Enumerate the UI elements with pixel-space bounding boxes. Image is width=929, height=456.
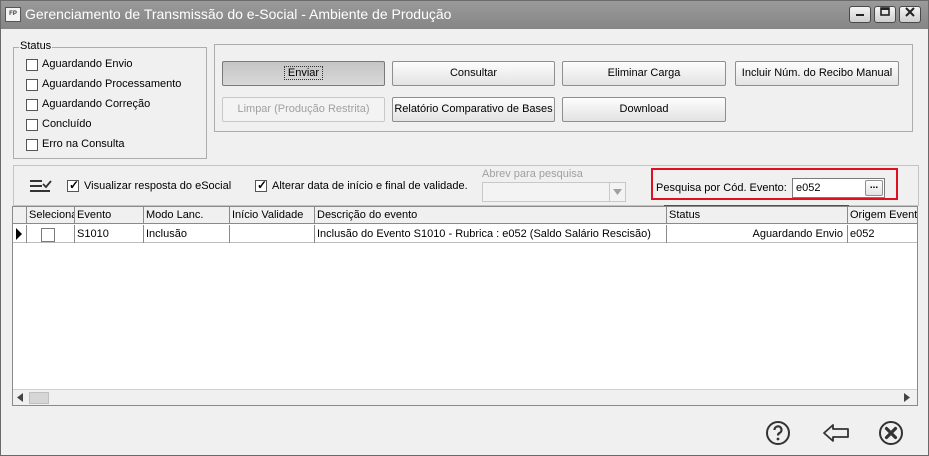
grid-header: Seleciona Evento Modo Lanc. Início Valid… xyxy=(13,207,917,224)
enviar-button[interactable]: Enviar xyxy=(222,61,385,86)
abrev-select[interactable] xyxy=(482,182,626,202)
col-status[interactable]: Status xyxy=(667,207,848,224)
scroll-left-icon[interactable] xyxy=(16,393,24,405)
help-icon xyxy=(765,421,791,449)
close-icon xyxy=(905,7,915,20)
status-concluido-checkbox[interactable] xyxy=(26,119,38,131)
status-aguardando-processamento-checkbox[interactable] xyxy=(26,79,38,91)
horizontal-scrollbar[interactable] xyxy=(13,389,917,405)
list-settings-icon[interactable] xyxy=(28,175,52,200)
incluir-recibo-button[interactable]: Incluir Núm. do Recibo Manual xyxy=(735,61,899,86)
col-seleciona[interactable]: Seleciona xyxy=(27,207,75,224)
close-button[interactable] xyxy=(899,6,921,23)
status-aguardando-correcao-checkbox[interactable] xyxy=(26,99,38,111)
status-erro-consulta-label: Erro na Consulta xyxy=(42,138,125,150)
eliminar-carga-button[interactable]: Eliminar Carga xyxy=(562,61,726,86)
maximize-button[interactable] xyxy=(874,6,896,23)
cell-descricao: Inclusão do Evento S1010 - Rubrica : e05… xyxy=(315,225,667,243)
abrev-label: Abrev para pesquisa xyxy=(482,168,583,180)
col-inicio-validade[interactable]: Início Validade xyxy=(230,207,315,224)
app-icon: FP xyxy=(5,7,21,22)
col-modo-lanc[interactable]: Modo Lanc. xyxy=(144,207,230,224)
status-group-label: Status xyxy=(19,40,53,52)
status-concluido-label: Concluído xyxy=(42,118,92,130)
relatorio-comparativo-button[interactable]: Relatório Comparativo de Bases xyxy=(392,97,555,122)
maximize-icon xyxy=(880,7,890,20)
col-evento[interactable]: Evento xyxy=(75,207,144,224)
cell-modo-lanc: Inclusão xyxy=(144,225,230,243)
scroll-right-icon[interactable] xyxy=(903,393,911,405)
minimize-icon xyxy=(855,9,865,20)
exit-icon xyxy=(878,421,904,449)
title-bar[interactable]: FP Gerenciamento de Transmissão do e-Soc… xyxy=(1,1,928,29)
row-indicator-header xyxy=(13,207,27,224)
cell-inicio-validade xyxy=(230,225,315,243)
col-descricao[interactable]: Descrição do evento xyxy=(315,207,667,224)
cell-evento: S1010 xyxy=(75,225,144,243)
alterar-data-label: Alterar data de início e final de valida… xyxy=(272,180,468,192)
exit-button[interactable] xyxy=(878,420,904,446)
status-erro-consulta-checkbox[interactable] xyxy=(26,139,38,151)
chevron-down-icon[interactable] xyxy=(609,183,625,201)
current-row-indicator-icon xyxy=(13,225,27,243)
status-aguardando-envio-label: Aguardando Envio xyxy=(42,58,133,70)
back-arrow-icon xyxy=(821,424,851,449)
consultar-button[interactable]: Consultar xyxy=(392,61,555,86)
status-aguardando-processamento-label: Aguardando Processamento xyxy=(42,78,182,90)
back-button[interactable] xyxy=(821,420,851,446)
minimize-button[interactable] xyxy=(849,6,871,23)
events-grid: Seleciona Evento Modo Lanc. Início Valid… xyxy=(12,206,918,406)
download-button[interactable]: Download xyxy=(562,97,726,122)
col-origem-evento[interactable]: Origem Evento xyxy=(848,207,917,224)
scroll-thumb[interactable] xyxy=(29,392,49,404)
main-window: FP Gerenciamento de Transmissão do e-Soc… xyxy=(0,0,929,456)
cell-origem-evento: e052 xyxy=(850,228,875,240)
cell-status: Aguardando Envio xyxy=(667,225,848,243)
status-aguardando-envio-checkbox[interactable] xyxy=(26,59,38,71)
help-button[interactable] xyxy=(765,420,791,446)
limpar-producao-restrita-button[interactable]: Limpar (Produção Restrita) xyxy=(222,97,385,122)
row-select-cell xyxy=(27,225,75,243)
alterar-data-checkbox[interactable] xyxy=(255,178,267,192)
window-title: Gerenciamento de Transmissão do e-Social… xyxy=(25,6,452,22)
status-group: Status Aguardando Envio Aguardando Proce… xyxy=(13,40,207,159)
table-row[interactable]: S1010 Inclusão Inclusão do Evento S1010 … xyxy=(13,225,917,243)
visualizar-resposta-label: Visualizar resposta do eSocial xyxy=(84,180,232,192)
actions-group: Enviar Consultar Eliminar Carga Incluir … xyxy=(214,44,913,132)
status-aguardando-correcao-label: Aguardando Correção xyxy=(42,98,151,110)
enviar-button-label: Enviar xyxy=(283,66,324,80)
visualizar-resposta-checkbox[interactable] xyxy=(67,178,79,192)
row-select-checkbox[interactable] xyxy=(41,228,55,242)
highlight-pesquisa xyxy=(651,168,898,200)
